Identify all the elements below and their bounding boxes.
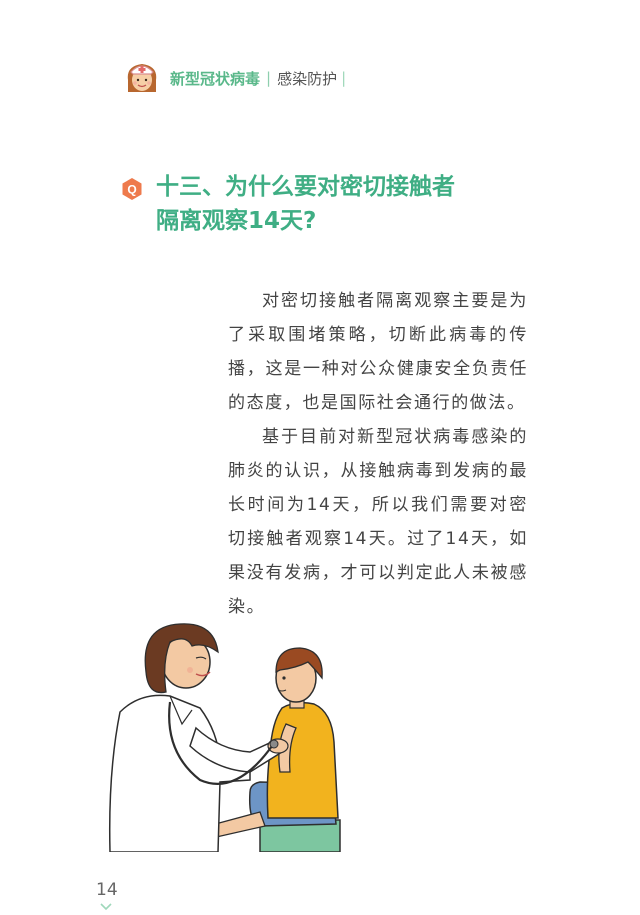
page-header: 新型冠状病毒 | 感染防护 | <box>122 56 346 100</box>
question-title-line-1: 十三、为什么要对密切接触者 <box>156 174 455 200</box>
page-number: 14 <box>96 880 118 900</box>
q-badge-icon: Q <box>122 178 142 200</box>
series-end-bar: | <box>341 69 347 87</box>
page: 新型冠状病毒 | 感染防护 | Q 十三、为什么要对密切接触者 隔离观察14天?… <box>0 0 640 915</box>
answer-paragraph-1: 对密切接触者隔离观察主要是为了采取围堵策略，切断此病毒的传播，这是一种对公众健康… <box>228 291 528 413</box>
series-separator: | <box>266 69 272 87</box>
chevron-down-icon <box>100 903 112 911</box>
question-title-line-2: 隔离观察14天? <box>156 208 317 234</box>
doctor-examining-boy-illustration <box>108 623 341 852</box>
question-title: 十三、为什么要对密切接触者 隔离观察14天? <box>156 170 576 238</box>
answer-body: 对密切接触者隔离观察主要是为了采取围堵策略，切断此病毒的传播，这是一种对公众健康… <box>228 284 528 624</box>
nurse-avatar-icon <box>127 64 157 92</box>
q-badge-letter: Q <box>127 183 136 197</box>
series-subtitle: 感染防护 <box>277 69 338 88</box>
answer-paragraph-2: 基于目前对新型冠状病毒感染的肺炎的认识，从接触病毒到发病的最长时间为14天，所以… <box>228 427 528 617</box>
series-title: 新型冠状病毒 <box>170 69 261 88</box>
